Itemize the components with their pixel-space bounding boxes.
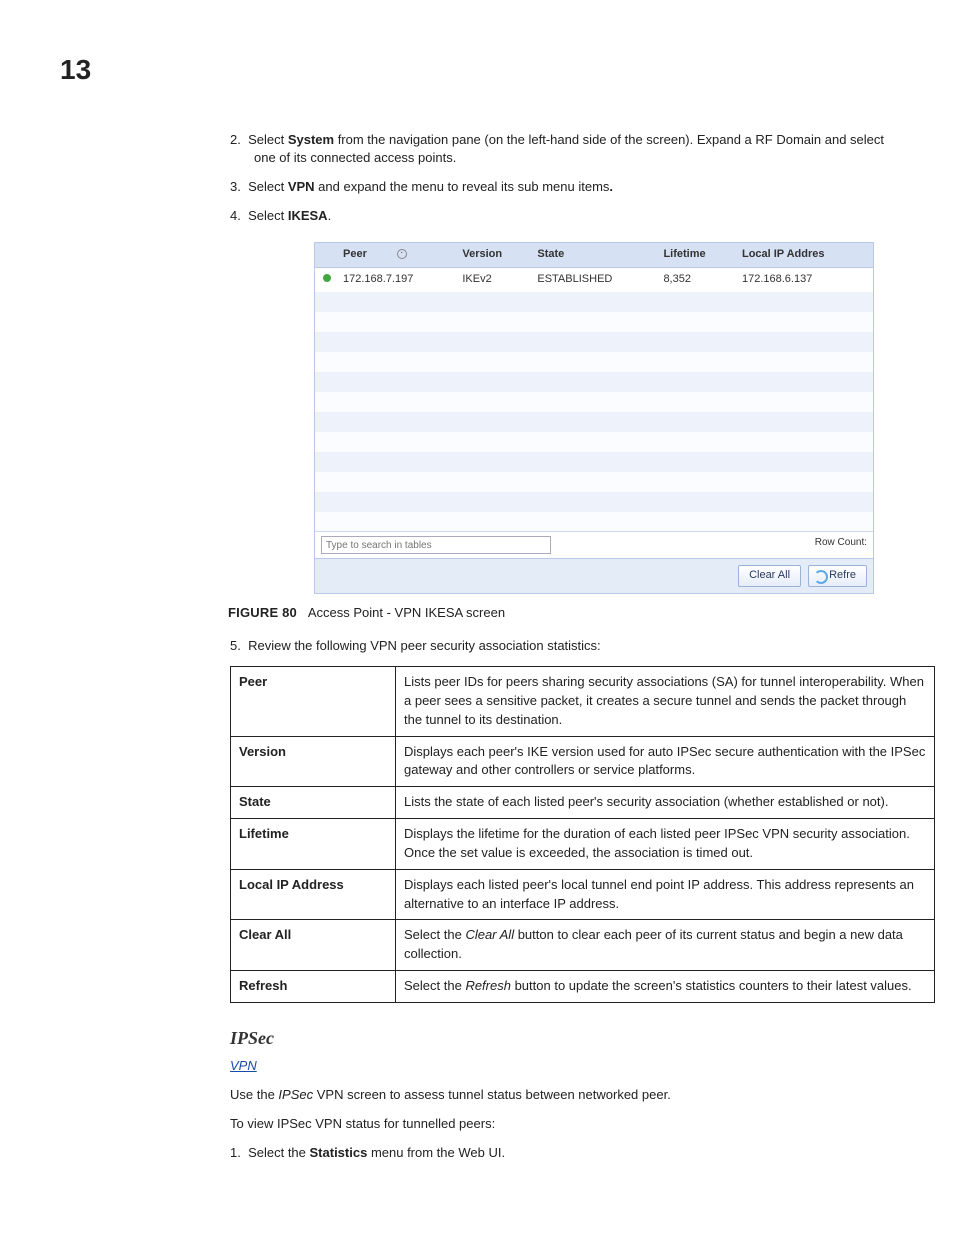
table-row: [315, 292, 873, 312]
step-item: 2. Select System from the navigation pan…: [230, 131, 894, 169]
page-number: 13: [60, 50, 894, 91]
table-row: [315, 472, 873, 492]
step-item: 3. Select VPN and expand the menu to rev…: [230, 178, 894, 197]
ikesa-figure: Peer·VersionStateLifetimeLocal IP Addres…: [314, 242, 874, 594]
column-header[interactable]: Lifetime: [657, 243, 736, 267]
column-header[interactable]: Peer·: [337, 243, 456, 267]
clear-all-button[interactable]: Clear All: [738, 565, 801, 587]
desc-row: StateLists the state of each listed peer…: [231, 787, 935, 819]
column-header[interactable]: [315, 243, 337, 267]
figure-caption: FIGURE 80 Access Point - VPN IKESA scree…: [228, 604, 894, 623]
table-row: [315, 312, 873, 332]
table-row: [315, 512, 873, 532]
desc-row: Clear AllSelect the Clear All button to …: [231, 920, 935, 971]
status-icon: [323, 274, 331, 282]
table-row: [315, 412, 873, 432]
ipsec-step1: 1. Select the Statistics menu from the W…: [230, 1144, 894, 1163]
vpn-link[interactable]: VPN: [230, 1057, 894, 1076]
table-row: [315, 492, 873, 512]
desc-row: LifetimeDisplays the lifetime for the du…: [231, 819, 935, 870]
step-item: 1. Select the Statistics menu from the W…: [230, 1144, 894, 1163]
description-table: PeerLists peer IDs for peers sharing sec…: [230, 666, 935, 1003]
ipsec-heading: IPSec: [230, 1025, 894, 1051]
ikesa-table: Peer·VersionStateLifetimeLocal IP Addres…: [315, 243, 873, 593]
desc-row: Local IP AddressDisplays each listed pee…: [231, 869, 935, 920]
refresh-button[interactable]: Refre: [808, 565, 867, 587]
column-header[interactable]: Version: [456, 243, 531, 267]
table-row[interactable]: 172.168.7.197IKEv2ESTABLISHED8,352172.16…: [315, 267, 873, 291]
desc-row: RefreshSelect the Refresh button to upda…: [231, 971, 935, 1003]
step-item: 4. Select IKESA.: [230, 207, 894, 226]
column-header[interactable]: State: [531, 243, 657, 267]
table-row: [315, 392, 873, 412]
step5: 5. Review the following VPN peer securit…: [230, 637, 894, 656]
column-header[interactable]: Local IP Addres: [736, 243, 873, 267]
steps-upper: 2. Select System from the navigation pan…: [230, 131, 894, 226]
sort-icon[interactable]: ·: [397, 249, 407, 259]
table-row: [315, 372, 873, 392]
search-input[interactable]: [321, 536, 551, 554]
table-row: [315, 352, 873, 372]
table-row: [315, 452, 873, 472]
ipsec-para1: Use the IPSec VPN screen to assess tunne…: [230, 1086, 894, 1105]
ipsec-para2: To view IPSec VPN status for tunnelled p…: [230, 1115, 894, 1134]
table-row: [315, 332, 873, 352]
desc-row: VersionDisplays each peer's IKE version …: [231, 736, 935, 787]
desc-row: PeerLists peer IDs for peers sharing sec…: [231, 666, 935, 736]
table-row: [315, 432, 873, 452]
row-count-label: Row Count:: [815, 536, 867, 551]
